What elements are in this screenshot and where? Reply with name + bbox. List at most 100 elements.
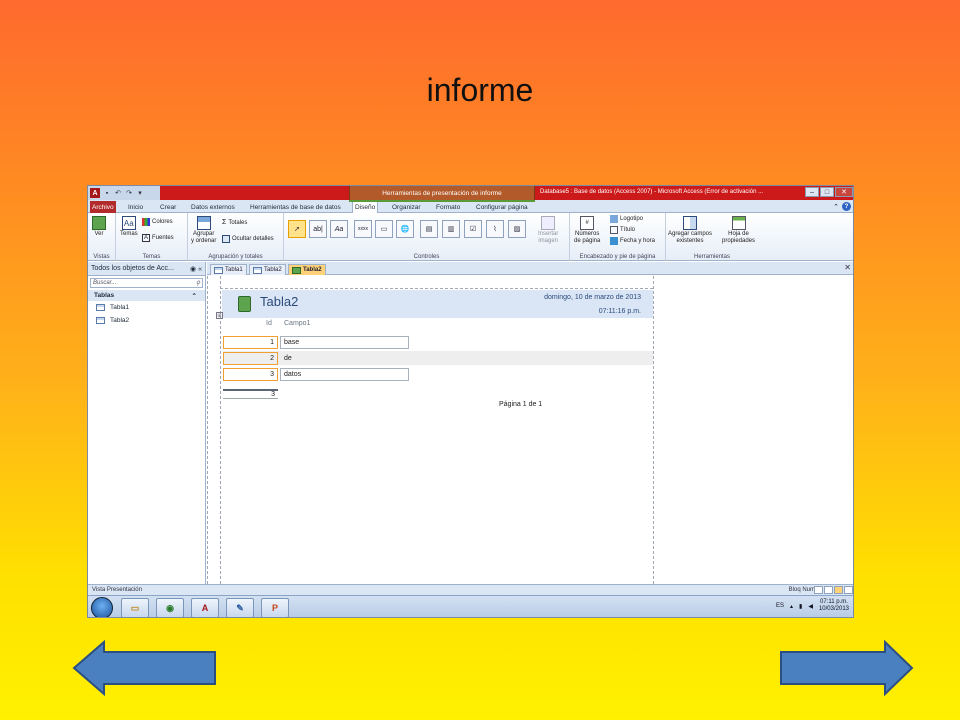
select-pointer-icon[interactable]: ➚ (288, 220, 306, 238)
page-number-icon: # (580, 216, 595, 230)
cell-id[interactable]: 1 (223, 336, 278, 349)
maximize-button[interactable]: □ (820, 187, 834, 197)
temas-button[interactable]: Aa Temas (120, 216, 138, 238)
nav-item-tabla1[interactable]: Tabla1 (88, 301, 205, 314)
volume-icon[interactable]: ◀ (808, 603, 813, 610)
language-indicator[interactable]: ES (776, 603, 784, 609)
back-arrow-icon[interactable] (72, 640, 218, 696)
clock[interactable]: 07:11 p.m. 10/03/2013 (819, 599, 849, 613)
help-icon[interactable]: ? (842, 202, 851, 211)
doc-tab-tabla2[interactable]: Tabla2 (249, 264, 286, 275)
customize-qat-icon[interactable]: ▾ (136, 189, 144, 197)
tray-arrow-icon[interactable]: ▴ (790, 603, 793, 610)
report-header[interactable]: Tabla2 domingo, 10 de marzo de 2013 07:1… (222, 290, 653, 318)
listbox-control-icon[interactable]: ▥ (442, 220, 460, 238)
checkbox-control-icon[interactable]: ☑ (464, 220, 482, 238)
collapse-group-icon[interactable]: ⌃ (192, 292, 197, 300)
access-app-icon[interactable]: A (90, 188, 100, 198)
doc-tab-tabla2-report[interactable]: Tabla2 (288, 264, 326, 275)
colores-button[interactable]: Colores (142, 218, 173, 226)
nav-group-tablas[interactable]: Tablas ⌃ (88, 290, 205, 301)
close-document-icon[interactable]: ✕ (844, 263, 851, 272)
access-taskbar-icon[interactable]: A (191, 598, 219, 617)
totales-button[interactable]: Σ Totales (222, 219, 247, 226)
attachment-control-icon[interactable]: ⌇ (486, 220, 504, 238)
explorer-icon[interactable]: ▭ (121, 598, 149, 617)
fuentes-button[interactable]: A Fuentes (142, 234, 174, 242)
fecha-hora-button[interactable]: Fecha y hora (610, 237, 655, 245)
tab-diseno[interactable]: Diseño (352, 201, 379, 213)
report-date[interactable]: domingo, 10 de marzo de 2013 (544, 294, 641, 301)
tab-control-icon[interactable]: ▭ (375, 220, 393, 238)
nav-header[interactable]: Todos los objetos de Acc... ◉ « (88, 262, 205, 276)
clock-time: 07:11 p.m. (820, 599, 848, 605)
report-view-icon[interactable] (814, 586, 823, 594)
nav-item-tabla2[interactable]: Tabla2 (88, 314, 205, 327)
tab-herramientas-bd[interactable]: Herramientas de base de datos (248, 201, 343, 213)
numeros-label-1: Números (575, 231, 600, 237)
page-number[interactable]: Página 1 de 1 (499, 401, 542, 408)
print-preview-icon[interactable] (824, 586, 833, 594)
doc-tab-tabla1[interactable]: Tabla1 (210, 264, 247, 275)
tab-organizar[interactable]: Organizar (390, 201, 423, 213)
cell-id[interactable]: 3 (223, 368, 278, 381)
minimize-button[interactable]: – (805, 187, 819, 197)
cell-id[interactable]: 2 (223, 352, 278, 365)
tab-crear[interactable]: Crear (158, 201, 178, 213)
button-control-icon[interactable]: xxxx (354, 220, 372, 238)
report-title[interactable]: Tabla2 (260, 294, 298, 309)
titulo-button[interactable]: Título (610, 226, 635, 234)
forward-arrow-icon[interactable] (779, 640, 915, 696)
hyperlink-control-icon[interactable]: 🌐 (396, 220, 414, 238)
cell-campo1[interactable]: datos (280, 368, 409, 381)
agregar-campos-button[interactable]: Agregar campos existentes (668, 216, 712, 245)
logotipo-button[interactable]: Logotipo (610, 215, 643, 223)
search-icon[interactable]: ⚲ (196, 280, 200, 287)
combobox-control-icon[interactable]: ▤ (420, 220, 438, 238)
minimize-ribbon-icon[interactable]: ⌃ (833, 203, 839, 211)
close-button[interactable]: ✕ (835, 187, 853, 197)
group-encabezado: # Números de página Logotipo Título Fech… (570, 213, 666, 261)
numeros-pagina-button[interactable]: # Números de página (574, 216, 600, 245)
undo-icon[interactable]: ↶ (114, 189, 122, 197)
cell-campo1[interactable]: de (280, 352, 409, 365)
column-header-campo1[interactable]: Campo1 (284, 320, 310, 327)
temas-label: Temas (120, 231, 138, 237)
total-count[interactable]: 3 (223, 389, 278, 399)
report-logo-icon[interactable] (238, 296, 251, 312)
label-control-icon[interactable]: Aa (330, 220, 348, 238)
save-icon[interactable]: ▪ (103, 189, 111, 197)
report-time[interactable]: 07:11:16 p.m. (599, 308, 641, 315)
design-view-icon[interactable] (844, 586, 853, 594)
paint-icon[interactable]: ✎ (226, 598, 254, 617)
ver-button[interactable]: Ver (92, 216, 106, 238)
access-screenshot: A ▪ ↶ ↷ ▾ Herramientas de presentación d… (87, 185, 854, 618)
start-button-icon[interactable] (91, 597, 113, 617)
layout-selector-icon[interactable]: ⊞ (216, 312, 223, 319)
tab-archivo[interactable]: Archivo (90, 201, 116, 213)
tab-configurar-pagina[interactable]: Configurar página (474, 201, 530, 213)
ocultar-detalles-button[interactable]: Ocultar detalles (222, 235, 274, 243)
textbox-control-icon[interactable]: ab| (309, 220, 327, 238)
nav-search-input[interactable]: Buscar... ⚲ (90, 278, 203, 288)
tab-inicio[interactable]: Inicio (126, 201, 145, 213)
powerpoint-icon[interactable]: P (261, 598, 289, 617)
chrome-icon[interactable]: ◉ (156, 598, 184, 617)
cell-campo1[interactable]: base (280, 336, 409, 349)
agrupar-button[interactable]: Agrupar y ordenar (191, 216, 216, 245)
insertar-imagen-button[interactable]: Insertar imagen (538, 216, 558, 245)
navigation-pane: Todos los objetos de Acc... ◉ « Buscar..… (88, 262, 206, 584)
hoja-propiedades-button[interactable]: Hoja de propiedades (722, 216, 755, 245)
tab-formato[interactable]: Formato (434, 201, 462, 213)
status-num-lock: Bloq Num (788, 587, 815, 593)
report-icon (292, 266, 301, 274)
tab-datos-externos[interactable]: Datos externos (189, 201, 237, 213)
redo-icon[interactable]: ↷ (125, 189, 133, 197)
network-icon[interactable]: ▮ (799, 603, 802, 610)
layout-view-icon[interactable] (834, 586, 843, 594)
nav-collapse-icon[interactable]: ◉ « (190, 265, 202, 273)
column-header-id[interactable]: Id (266, 320, 272, 327)
margin-guide (207, 276, 208, 584)
image-control-icon[interactable]: ▨ (508, 220, 526, 238)
add-fields-icon (683, 216, 698, 230)
